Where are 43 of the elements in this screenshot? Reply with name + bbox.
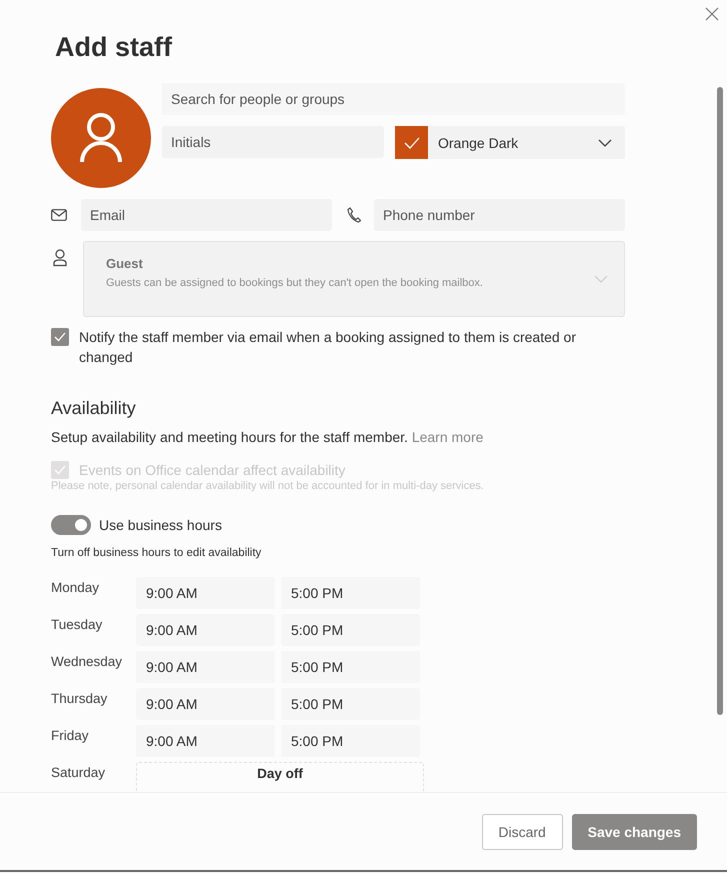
- calendar-note: Please note, personal calendar availability will not be accounted for in multi-day services.: [51, 480, 485, 492]
- time-field[interactable]: 9:00 AM: [136, 614, 275, 646]
- person-icon: [53, 249, 67, 267]
- notify-label: Notify the staff member via email when a booking assigned to them is created or changed: [79, 328, 577, 367]
- role-label: Guest: [106, 256, 144, 270]
- day-label: Thursday: [51, 690, 108, 708]
- chevron-down-icon: [594, 275, 608, 283]
- close-icon[interactable]: [705, 7, 719, 21]
- time-field[interactable]: 9:00 AM: [136, 725, 275, 757]
- email-field[interactable]: Email: [81, 199, 332, 231]
- calendar-label: Events on Office calendar affect availability: [79, 461, 346, 480]
- time-field[interactable]: 5:00 PM: [281, 614, 420, 646]
- availability-description: Setup availability and meeting hours for the staff member. Learn more: [51, 429, 484, 445]
- section-heading: Availability: [51, 397, 137, 419]
- phone-icon: [347, 207, 361, 223]
- mail-icon: [51, 209, 67, 221]
- search-field[interactable]: Search for people or groups: [162, 83, 625, 115]
- time-field[interactable]: 9:00 AM: [136, 688, 275, 720]
- chevron-down-icon: [598, 138, 612, 146]
- dialog-title: Add staff: [54, 31, 173, 58]
- save-button[interactable]: Save changes: [572, 814, 697, 850]
- notify-checkbox[interactable]: [51, 328, 69, 346]
- discard-button[interactable]: Discard: [482, 814, 563, 850]
- day-label: Friday: [51, 727, 90, 745]
- check-icon: [54, 332, 66, 342]
- day-label: Wednesday: [51, 653, 124, 671]
- time-field[interactable]: 5:00 PM: [281, 725, 420, 757]
- business-hours-toggle[interactable]: [51, 515, 91, 535]
- time-field[interactable]: 5:00 PM: [281, 688, 420, 720]
- day-label: Saturday: [51, 764, 106, 782]
- check-icon: [54, 465, 66, 475]
- initials-field[interactable]: Initials: [162, 126, 384, 158]
- hint-text: Turn off business hours to edit availability: [51, 547, 262, 559]
- time-field[interactable]: 5:00 PM: [281, 577, 420, 609]
- time-field[interactable]: 9:00 AM: [136, 651, 275, 683]
- day-label: Tuesday: [51, 616, 104, 634]
- role-description: Guests can be assigned to bookings but they can't open the booking mailbox.: [106, 276, 484, 288]
- color-dropdown[interactable]: Orange Dark: [395, 126, 625, 159]
- time-field[interactable]: 5:00 PM: [281, 651, 420, 683]
- day-label: Monday: [51, 579, 100, 597]
- toggle-label: Use business hours: [99, 517, 222, 533]
- time-field[interactable]: 9:00 AM: [136, 577, 275, 609]
- phone-field[interactable]: Phone number: [374, 199, 625, 231]
